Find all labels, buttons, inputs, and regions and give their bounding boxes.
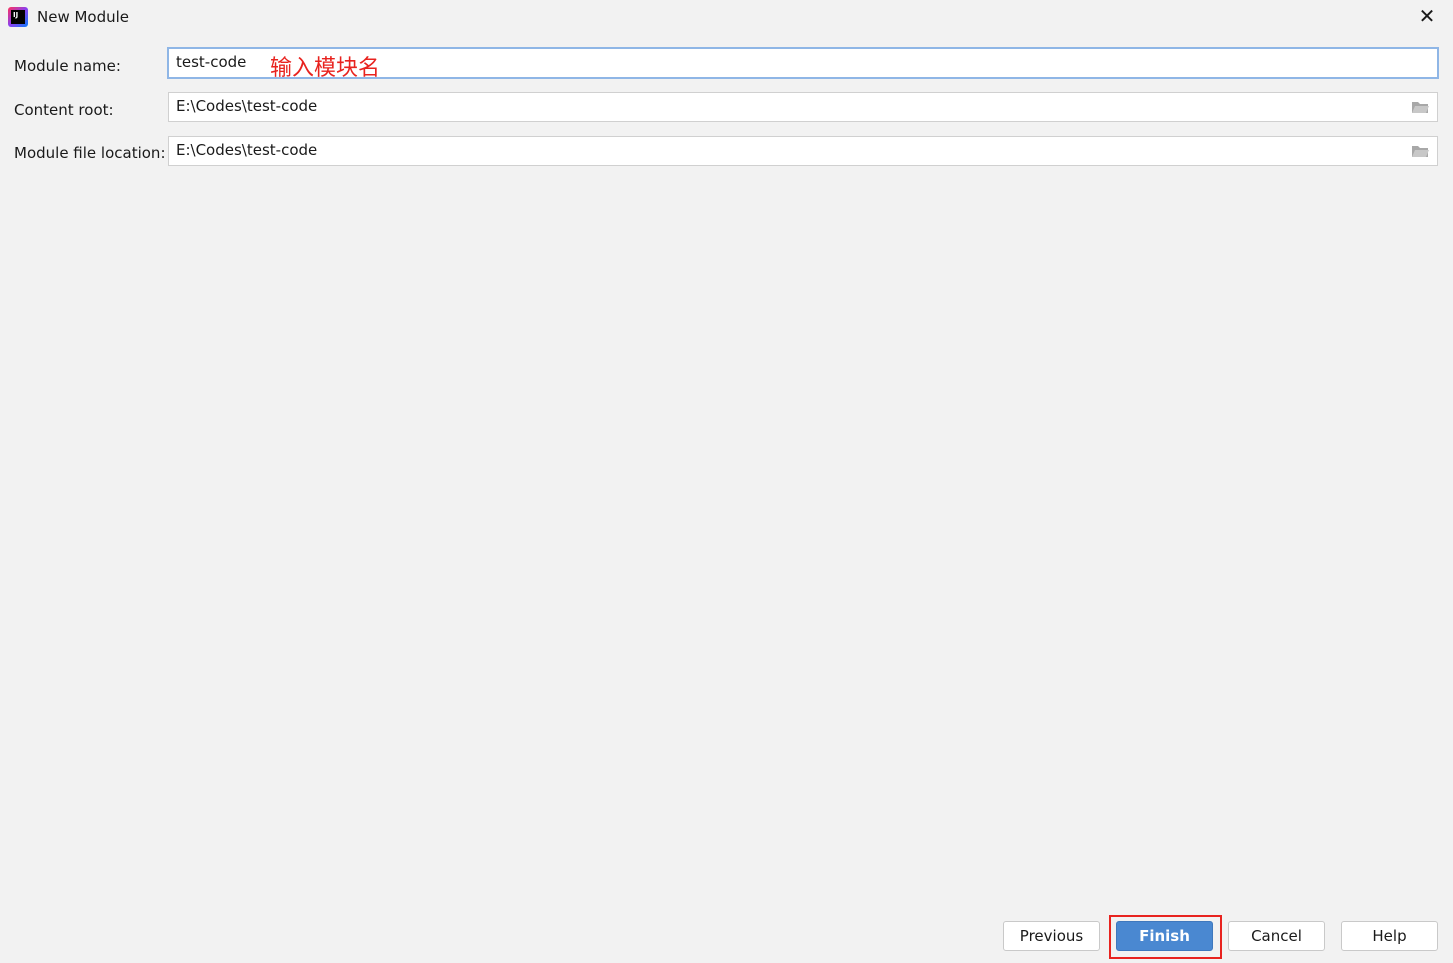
- module-name-value: test-code: [176, 53, 247, 71]
- window-title: New Module: [37, 8, 130, 26]
- folder-icon[interactable]: [1411, 100, 1429, 114]
- close-icon[interactable]: ✕: [1417, 6, 1437, 26]
- annotation-text: 输入模块名: [270, 56, 381, 81]
- content-root-input[interactable]: E:\Codes\test-code: [168, 92, 1438, 122]
- intellij-logo-icon: IJ: [8, 7, 28, 27]
- content-root-value: E:\Codes\test-code: [176, 97, 318, 115]
- content-root-label: Content root:: [14, 101, 114, 119]
- module-file-location-input[interactable]: E:\Codes\test-code: [168, 136, 1438, 166]
- module-file-location-label: Module file location:: [14, 144, 166, 162]
- module-file-location-value: E:\Codes\test-code: [176, 141, 318, 159]
- help-button[interactable]: Help: [1341, 921, 1438, 951]
- cancel-button[interactable]: Cancel: [1228, 921, 1325, 951]
- annotation-highlight-box: [1109, 915, 1222, 959]
- module-name-label: Module name:: [14, 57, 121, 75]
- module-name-input[interactable]: test-code 输入模块名: [167, 47, 1439, 81]
- title-bar: IJ New Module ✕: [0, 0, 1453, 34]
- folder-icon[interactable]: [1411, 144, 1429, 158]
- previous-button[interactable]: Previous: [1003, 921, 1100, 951]
